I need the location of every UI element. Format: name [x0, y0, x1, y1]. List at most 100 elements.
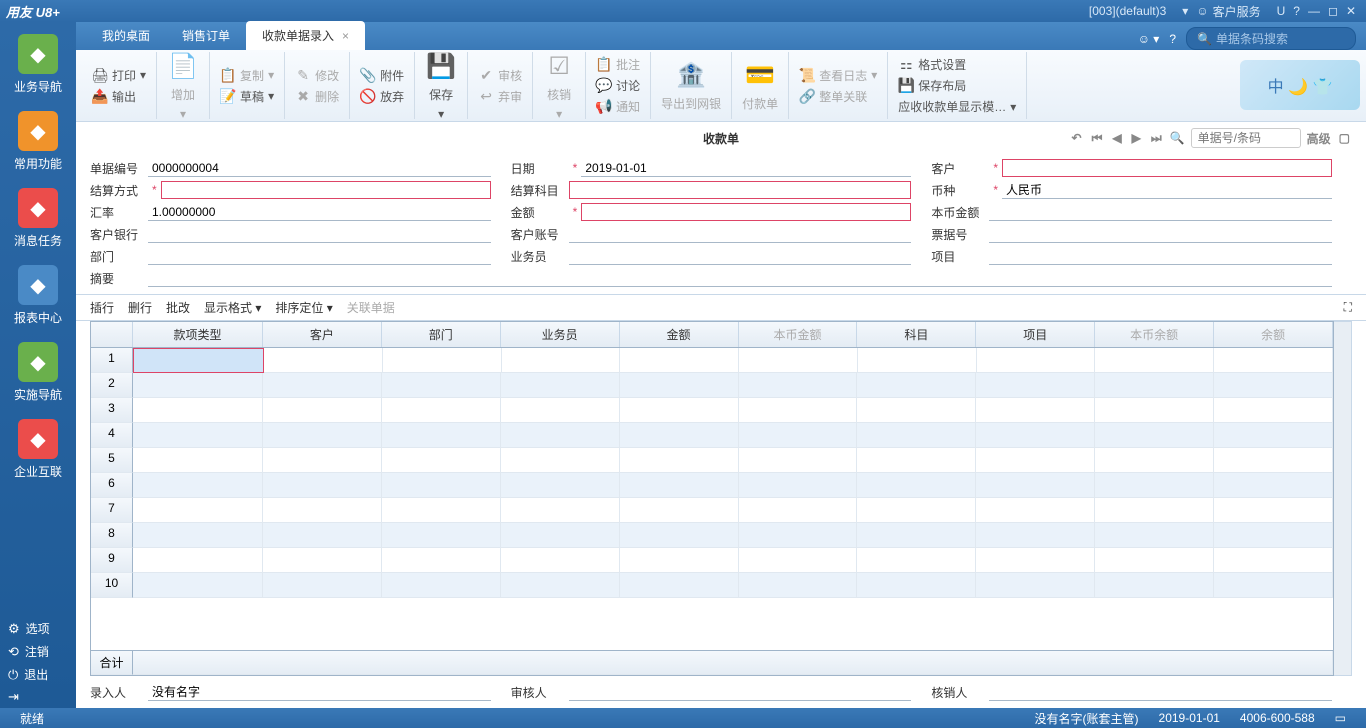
custbank-field[interactable] [148, 225, 491, 243]
summary-field[interactable] [148, 269, 1332, 287]
customer-field[interactable] [1002, 159, 1332, 177]
format-button[interactable]: ⚏格式设置 [894, 54, 1020, 75]
verify-button[interactable]: ☑核销▾ [539, 48, 579, 123]
pay-button[interactable]: 💳付款单 [738, 57, 782, 114]
add-button[interactable]: 📄增加▾ [163, 48, 203, 123]
approve-button[interactable]: 📋批注 [592, 54, 644, 75]
table-row[interactable]: 2 [91, 373, 1333, 398]
settle-field[interactable] [161, 181, 491, 199]
assoc-doc[interactable]: 关联单据 [347, 299, 395, 316]
sort-locate[interactable]: 排序定位 ▾ [275, 299, 332, 316]
savelayout-button[interactable]: 💾保存布局 [894, 75, 1020, 96]
displaymode-button[interactable]: 应收收款单显示模… ▾ [894, 96, 1020, 117]
discard-button[interactable]: 🚫放弃 [356, 86, 408, 107]
export-bank-button[interactable]: 🏦导出到网银 [657, 57, 725, 114]
copy-button[interactable]: 📋复制 ▾ [216, 65, 278, 86]
table-row[interactable]: 9 [91, 548, 1333, 573]
undo-icon[interactable]: ↶ [1070, 131, 1084, 145]
col-header[interactable]: 部门 [382, 322, 501, 347]
table-row[interactable]: 5 [91, 448, 1333, 473]
col-header[interactable]: 项目 [976, 322, 1095, 347]
table-row[interactable]: 8 [91, 523, 1333, 548]
help-icon[interactable]: ? [1169, 32, 1176, 46]
project-field[interactable] [989, 247, 1332, 265]
table-row[interactable]: 7 [91, 498, 1333, 523]
col-header[interactable]: 客户 [263, 322, 382, 347]
minimize-icon[interactable]: — [1308, 4, 1320, 18]
smile-icon[interactable]: ☺ ▾ [1138, 32, 1160, 46]
localamount-field[interactable] [989, 203, 1332, 221]
table-row[interactable]: 3 [91, 398, 1333, 423]
table-row[interactable]: 4 [91, 423, 1333, 448]
docno-search[interactable] [1191, 128, 1301, 148]
grid-expand-icon[interactable]: ⛶ [1344, 300, 1352, 315]
col-header[interactable]: 款项类型 [133, 322, 263, 347]
service-label[interactable]: 客户服务 [1213, 3, 1261, 20]
settlesub-field[interactable] [569, 181, 912, 199]
edit-button[interactable]: ✎修改 [291, 65, 343, 86]
display-format[interactable]: 显示格式 ▾ [204, 299, 261, 316]
draft-button[interactable]: 📝草稿 ▾ [216, 86, 278, 107]
discuss-button[interactable]: 💬讨论 [592, 75, 644, 96]
currency-field[interactable] [1002, 181, 1332, 199]
date-field[interactable] [581, 159, 911, 177]
docno-field[interactable] [148, 159, 491, 177]
save-button[interactable]: 💾保存▾ [421, 48, 461, 123]
dropdown-icon[interactable]: ▾ [1182, 4, 1188, 18]
output-button[interactable]: 📤输出 [88, 86, 150, 107]
audit-button[interactable]: ✔审核 [474, 65, 526, 86]
batch-edit[interactable]: 批改 [166, 299, 190, 316]
notify-button[interactable]: 📢通知 [592, 96, 644, 117]
barcode-search[interactable]: 🔍 单据条码搜索 [1186, 27, 1356, 50]
u-menu[interactable]: U [1277, 4, 1286, 18]
attach-button[interactable]: 📎附件 [356, 65, 408, 86]
amount-field[interactable] [581, 203, 911, 221]
vertical-scrollbar[interactable] [1334, 321, 1352, 676]
sidebar-exit[interactable]: ⏻退出 [0, 663, 76, 686]
expand-icon[interactable]: ▢ [1337, 131, 1352, 145]
sidebar-item-0[interactable]: ◆业务导航 [0, 26, 76, 103]
table-row[interactable]: 10 [91, 573, 1333, 598]
delete-button[interactable]: ✖删除 [291, 86, 343, 107]
wholeclose-button[interactable]: 🔗整单关联 [795, 86, 881, 107]
sidebar-item-5[interactable]: ◆企业互联 [0, 411, 76, 488]
tab-0[interactable]: 我的桌面 [86, 21, 166, 50]
table-row[interactable]: 1 [91, 348, 1333, 373]
billno-field[interactable] [989, 225, 1332, 243]
close-icon[interactable]: ✕ [1346, 4, 1356, 18]
status-icon[interactable]: ▭ [1335, 711, 1346, 725]
custacc-field[interactable] [569, 225, 912, 243]
tab-close-icon[interactable]: × [342, 29, 349, 43]
col-header[interactable]: 余额 [1214, 322, 1333, 347]
help-icon[interactable]: ? [1293, 4, 1300, 18]
rate-field[interactable] [148, 203, 491, 221]
sidebar-item-1[interactable]: ◆常用功能 [0, 103, 76, 180]
viewlog-button[interactable]: 📜查看日志 ▾ [795, 65, 881, 86]
abandon-button[interactable]: ↩弃审 [474, 86, 526, 107]
prev-icon[interactable]: ◀ [1110, 131, 1123, 145]
tab-2[interactable]: 收款单据录入× [246, 21, 365, 50]
sidebar-collapse[interactable]: ⇥ [0, 686, 76, 708]
sidebar-item-2[interactable]: ◆消息任务 [0, 180, 76, 257]
col-header[interactable]: 本币余额 [1095, 322, 1214, 347]
maximize-icon[interactable]: ◻ [1328, 4, 1338, 18]
col-header[interactable]: 科目 [857, 322, 976, 347]
col-header[interactable]: 业务员 [501, 322, 620, 347]
advanced-link[interactable]: 高级 [1307, 130, 1331, 147]
table-row[interactable]: 6 [91, 473, 1333, 498]
print-button[interactable]: 🖨打印 ▾ [88, 65, 150, 86]
sidebar-item-4[interactable]: ◆实施导航 [0, 334, 76, 411]
insert-row[interactable]: 插行 [90, 299, 114, 316]
tab-1[interactable]: 销售订单 [166, 21, 246, 50]
sidebar-item-3[interactable]: ◆报表中心 [0, 257, 76, 334]
next-icon[interactable]: ▶ [1130, 131, 1143, 145]
first-icon[interactable]: ⏮ [1090, 131, 1105, 146]
clerk-field[interactable] [569, 247, 912, 265]
last-icon[interactable]: ⏭ [1149, 131, 1164, 146]
sidebar-logout[interactable]: ⟲注销 [0, 640, 76, 663]
delete-row[interactable]: 删行 [128, 299, 152, 316]
col-header[interactable]: 金额 [620, 322, 739, 347]
col-header[interactable]: 本币金额 [739, 322, 858, 347]
sidebar-options[interactable]: ⚙选项 [0, 617, 76, 640]
dept-field[interactable] [148, 247, 491, 265]
